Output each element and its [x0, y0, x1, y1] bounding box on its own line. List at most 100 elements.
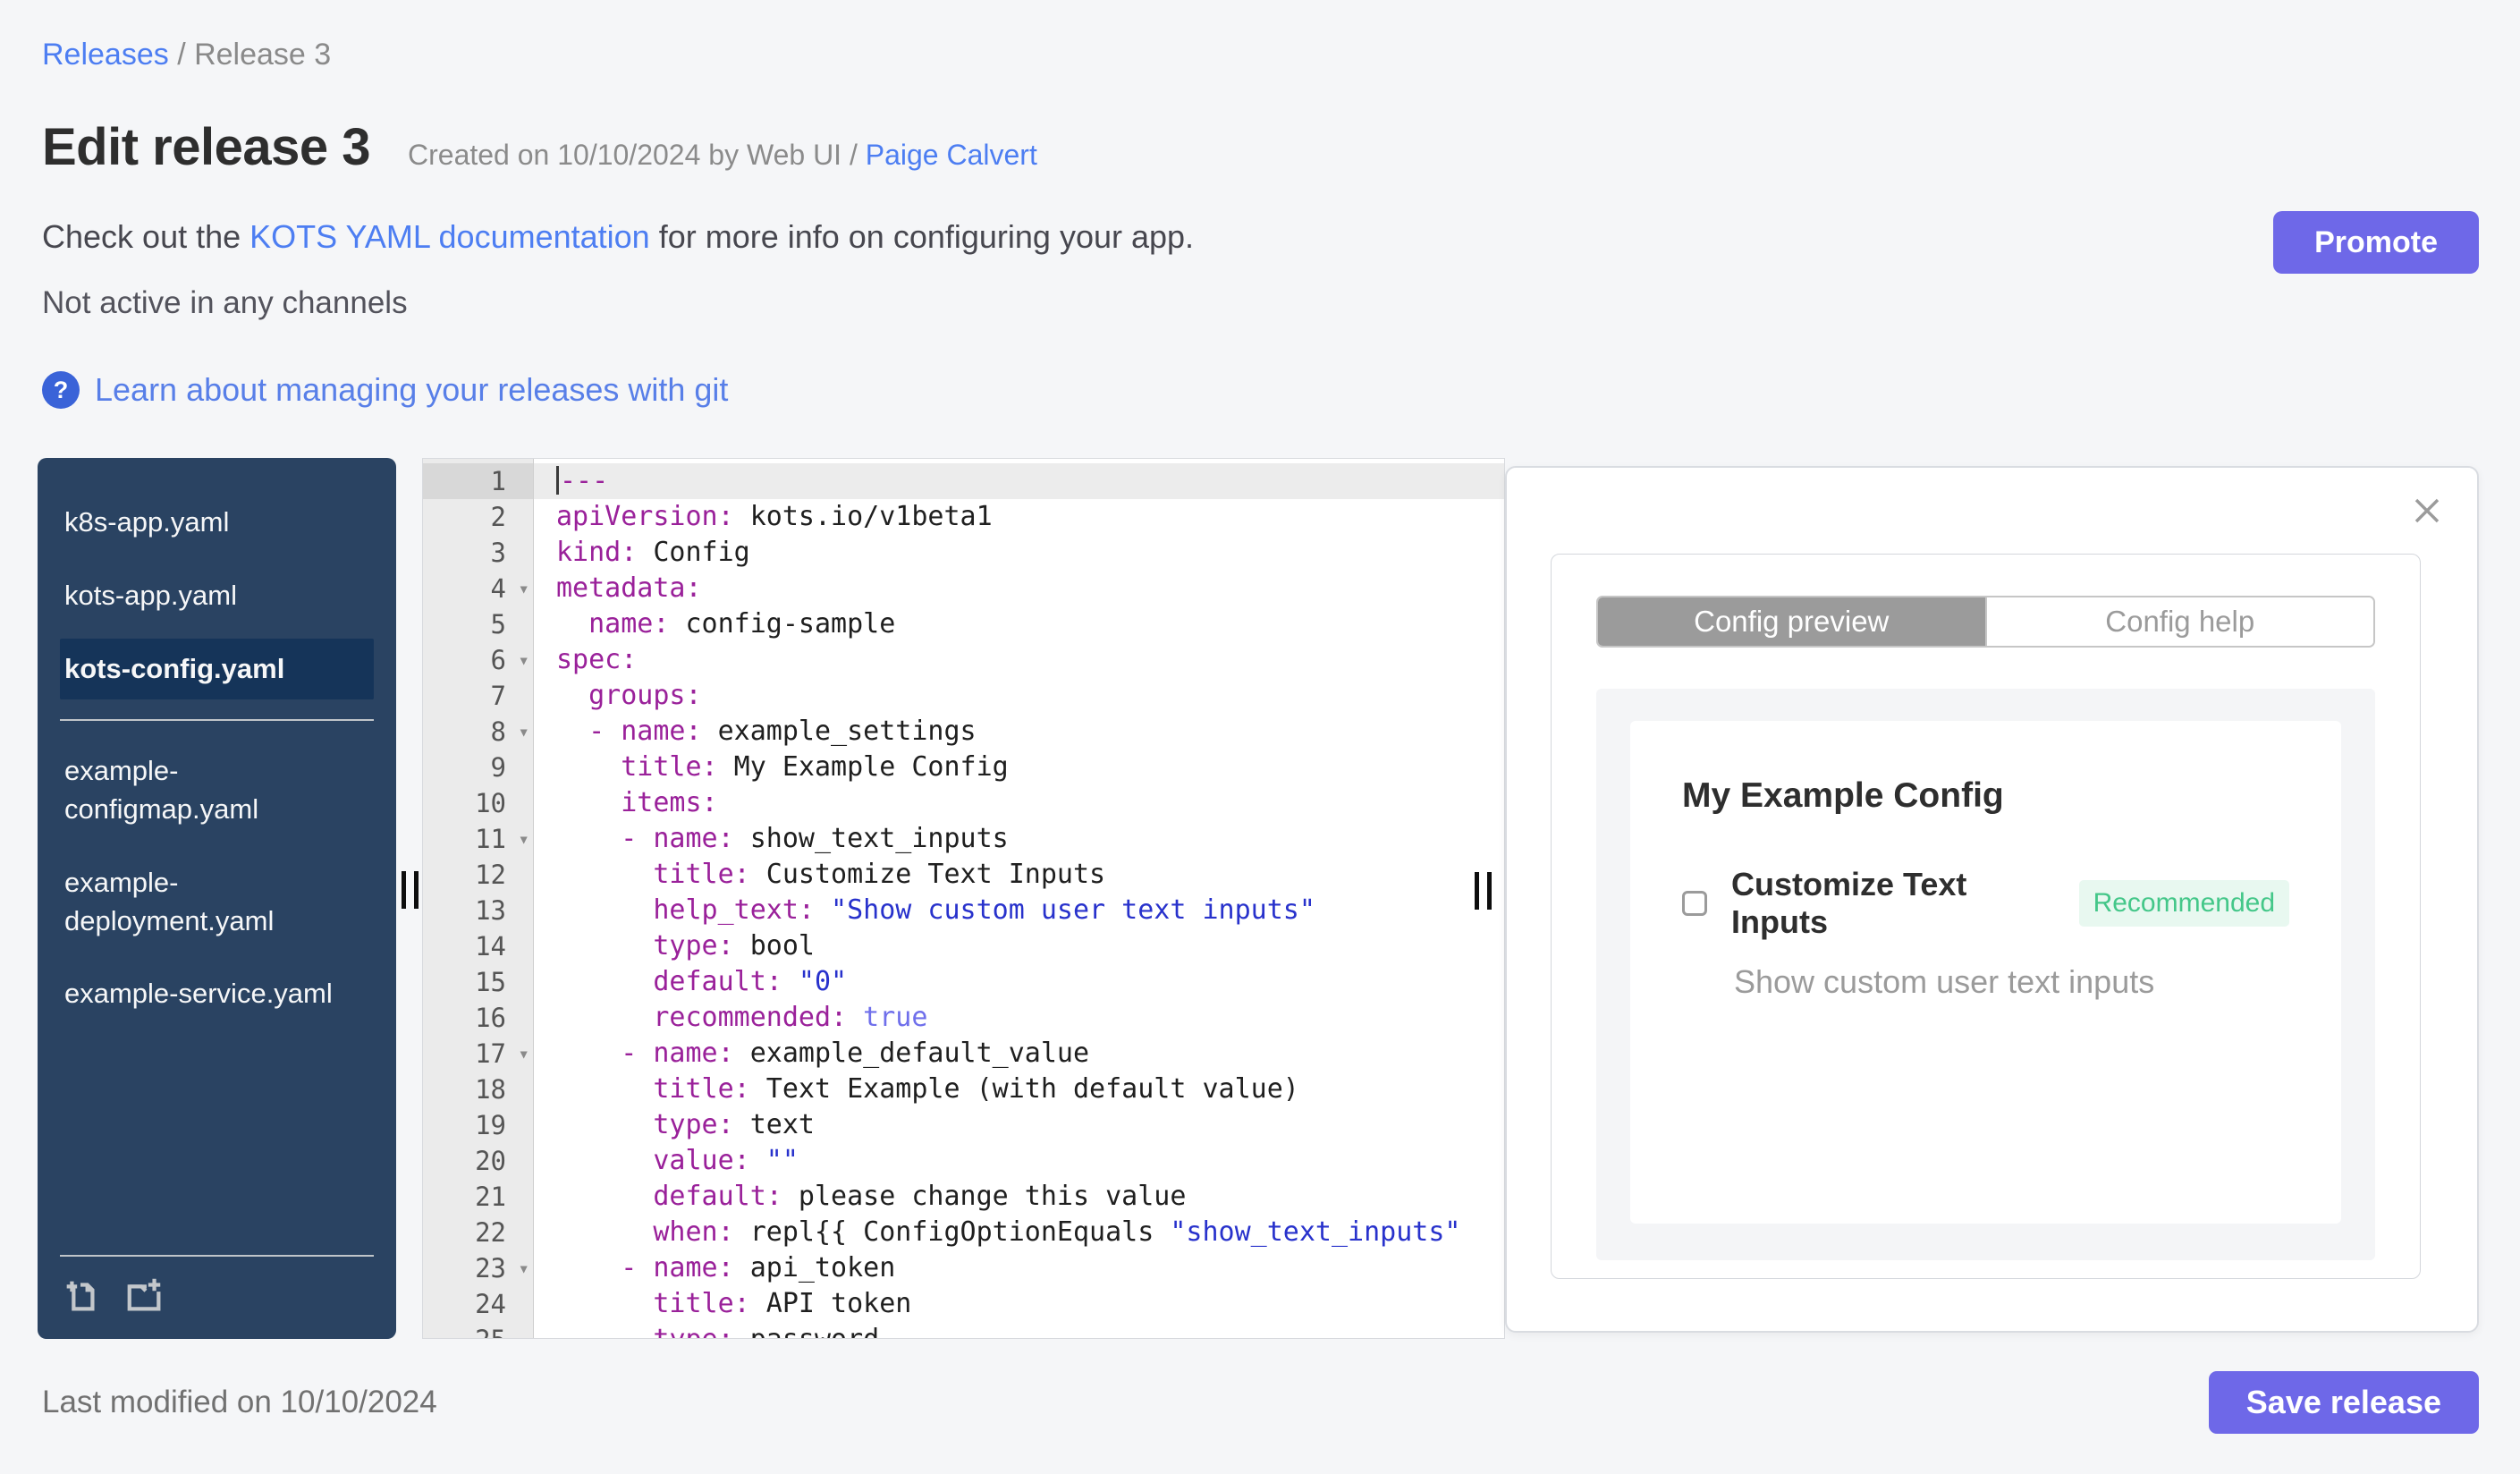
- code-line[interactable]: default: "0": [534, 964, 1504, 1000]
- code-token: recommended:: [556, 1002, 848, 1033]
- line-number[interactable]: 15: [423, 964, 533, 1000]
- kots-yaml-docs-link[interactable]: KOTS YAML documentation: [249, 218, 650, 255]
- promote-button[interactable]: Promote: [2273, 211, 2479, 274]
- line-number[interactable]: 4 ▾: [423, 571, 533, 606]
- line-number[interactable]: 23 ▾: [423, 1250, 533, 1286]
- file-item-example-configmap-yaml[interactable]: example-configmap.yaml: [60, 741, 374, 841]
- line-number[interactable]: 8 ▾: [423, 714, 533, 750]
- code-token: name:: [556, 608, 670, 640]
- tab-config-preview[interactable]: Config preview: [1598, 597, 1985, 646]
- breadcrumb-releases-link[interactable]: Releases: [42, 38, 169, 72]
- add-folder-icon[interactable]: [124, 1275, 165, 1316]
- line-number[interactable]: 18: [423, 1072, 533, 1107]
- code-line[interactable]: help_text: "Show custom user text inputs…: [534, 893, 1504, 928]
- line-number[interactable]: 24: [423, 1286, 533, 1322]
- line-number[interactable]: 1: [423, 463, 533, 499]
- tab-config-help[interactable]: Config help: [1984, 597, 2373, 646]
- line-number[interactable]: 13: [423, 893, 533, 928]
- code-line[interactable]: - name: example_default_value: [534, 1036, 1504, 1072]
- line-number[interactable]: 17 ▾: [423, 1036, 533, 1072]
- code-line[interactable]: type: text: [534, 1107, 1504, 1143]
- file-item-kots-app-yaml[interactable]: kots-app.yaml: [60, 565, 374, 627]
- line-number[interactable]: 22: [423, 1215, 533, 1250]
- add-file-icon[interactable]: [60, 1275, 101, 1316]
- line-number[interactable]: 3: [423, 535, 533, 571]
- code-line[interactable]: apiVersion: kots.io/v1beta1: [534, 499, 1504, 535]
- file-label: example-configmap.yaml: [64, 755, 259, 826]
- line-number[interactable]: 20: [423, 1143, 533, 1179]
- code-token: text: [733, 1109, 815, 1140]
- editor-panel-resize-handle[interactable]: [1475, 872, 1492, 910]
- file-item-example-service-yaml[interactable]: example-service.yaml: [60, 963, 374, 1025]
- save-release-button[interactable]: Save release: [2208, 1371, 2479, 1434]
- code-line[interactable]: recommended: true: [534, 1000, 1504, 1036]
- fold-arrow-icon[interactable]: ▾: [518, 821, 529, 857]
- code-line[interactable]: type: password: [534, 1322, 1504, 1338]
- code-line[interactable]: title: API token: [534, 1286, 1504, 1322]
- fold-arrow-icon[interactable]: ▾: [518, 1250, 529, 1286]
- code-token: password: [734, 1324, 880, 1338]
- text-cursor: [556, 465, 559, 495]
- line-number[interactable]: 19: [423, 1107, 533, 1143]
- file-list-bottom: example-configmap.yaml example-deployment…: [38, 741, 396, 1025]
- code-line[interactable]: - name: api_token: [534, 1250, 1504, 1286]
- code-token: "": [749, 1145, 799, 1176]
- code-line[interactable]: title: My Example Config: [534, 750, 1504, 785]
- line-number[interactable]: 11 ▾: [423, 821, 533, 857]
- breadcrumb: Releases / Release 3: [42, 38, 2479, 72]
- line-number[interactable]: 6 ▾: [423, 642, 533, 678]
- line-number[interactable]: 16: [423, 1000, 533, 1036]
- editor-code-area[interactable]: --- apiVersion: kots.io/v1beta1 kind: Conf…: [534, 459, 1504, 1338]
- code-line[interactable]: title: Text Example (with default value): [534, 1072, 1504, 1107]
- code-line[interactable]: name: config-sample: [534, 606, 1504, 642]
- created-author-link[interactable]: Paige Calvert: [866, 139, 1037, 171]
- code-line[interactable]: - name: example_settings: [534, 714, 1504, 750]
- sidebar-actions: [38, 1255, 396, 1339]
- line-number[interactable]: 21: [423, 1179, 533, 1215]
- fold-arrow-icon[interactable]: ▾: [518, 714, 529, 750]
- line-number[interactable]: 7: [423, 678, 533, 714]
- fold-arrow-icon[interactable]: ▾: [518, 1036, 529, 1072]
- code-line[interactable]: ---: [534, 463, 1504, 499]
- code-line[interactable]: value: "": [534, 1143, 1504, 1179]
- question-mark-circle-icon[interactable]: ?: [42, 371, 80, 409]
- line-number[interactable]: 14: [423, 928, 533, 964]
- code-token: bool: [733, 930, 815, 961]
- fold-arrow-icon[interactable]: ▾: [518, 571, 529, 606]
- code-token: - name:: [556, 823, 734, 854]
- code-token: default:: [556, 1181, 782, 1212]
- yaml-code-editor[interactable]: 1 2 3 4 ▾ 5 6 ▾ 7 8 ▾ 9 10 11 ▾ 12 13 14 15 16 17 ▾ 18 19 20 21 22…: [422, 458, 1505, 1339]
- git-releases-link[interactable]: Learn about managing your releases with …: [95, 371, 728, 409]
- code-line[interactable]: spec:: [534, 642, 1504, 678]
- docs-hint: Check out the KOTS YAML documentation fo…: [42, 218, 2479, 256]
- code-token: example_settings: [701, 716, 977, 747]
- code-token: type:: [556, 1109, 734, 1140]
- code-token: - name:: [556, 1252, 734, 1283]
- code-line[interactable]: items:: [534, 785, 1504, 821]
- code-line[interactable]: title: Customize Text Inputs: [534, 857, 1504, 893]
- file-item-example-deployment-yaml[interactable]: example-deployment.yaml: [60, 852, 374, 953]
- code-line[interactable]: groups:: [534, 678, 1504, 714]
- file-item-kots-config-yaml[interactable]: kots-config.yaml: [60, 638, 374, 700]
- line-number[interactable]: 9: [423, 750, 533, 785]
- file-item-k8s-app-yaml[interactable]: k8s-app.yaml: [60, 492, 374, 554]
- sidebar-editor-gap: [396, 458, 422, 1339]
- line-number[interactable]: 25: [423, 1322, 533, 1338]
- fold-arrow-icon[interactable]: ▾: [518, 642, 529, 678]
- line-number[interactable]: 2: [423, 499, 533, 535]
- code-token: title:: [556, 751, 718, 783]
- file-label: kots-config.yaml: [64, 652, 285, 684]
- sidebar-resize-handle[interactable]: [402, 871, 419, 909]
- code-line[interactable]: kind: Config: [534, 535, 1504, 571]
- customize-text-inputs-checkbox[interactable]: [1682, 891, 1707, 916]
- line-number[interactable]: 12: [423, 857, 533, 893]
- code-line[interactable]: metadata:: [534, 571, 1504, 606]
- line-number[interactable]: 10: [423, 785, 533, 821]
- code-line[interactable]: - name: show_text_inputs: [534, 821, 1504, 857]
- line-number[interactable]: 5: [423, 606, 533, 642]
- code-token: when:: [556, 1216, 734, 1248]
- code-line[interactable]: type: bool: [534, 928, 1504, 964]
- code-line[interactable]: when: repl{{ ConfigOptionEquals "show_te…: [534, 1215, 1504, 1250]
- code-line[interactable]: default: please change this value: [534, 1179, 1504, 1215]
- close-icon[interactable]: [2409, 493, 2445, 529]
